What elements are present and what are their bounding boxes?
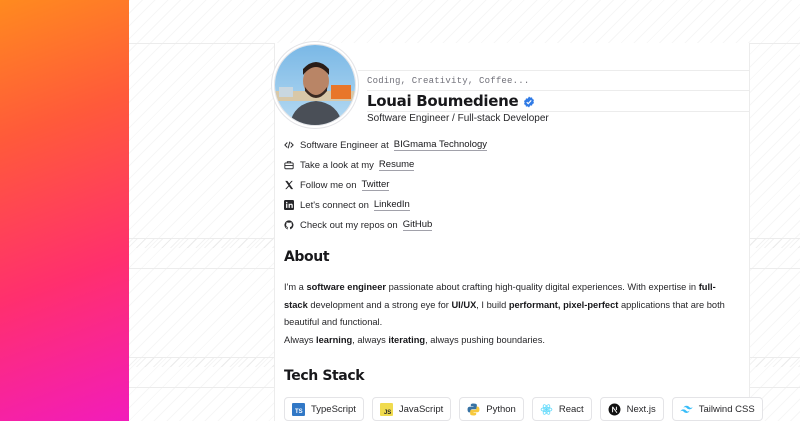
tech-chip-javascript[interactable]: JS JavaScript: [371, 397, 452, 421]
page-background: Coding, Creativity, Coffee... Louai Boum…: [129, 0, 800, 421]
name-row: Louai Boumediene: [367, 90, 750, 112]
about-text-bold: software engineer: [306, 282, 387, 292]
link-prefix: Let's connect on: [300, 199, 369, 211]
typescript-icon: TS: [292, 402, 305, 416]
link-prefix: Check out my repos on: [300, 219, 398, 231]
tech-stack-heading: Tech Stack: [284, 368, 365, 384]
briefcase-icon: [284, 160, 294, 170]
link-row-github: Check out my repos on GitHub: [284, 215, 487, 235]
tech-label: Tailwind CSS: [698, 403, 755, 415]
about-text-span: development and a strong eye for: [307, 299, 452, 310]
about-text-span: Always: [284, 334, 317, 345]
link-row-linkedin: Let's connect on LinkedIn: [284, 195, 487, 215]
tech-chip-react[interactable]: React: [531, 397, 592, 421]
tech-label: React: [558, 403, 584, 415]
profile-role: Software Engineer / Full-stack Developer: [367, 113, 549, 124]
tech-chip-python[interactable]: Python: [459, 397, 524, 421]
about-text-bold: UI/UX: [451, 299, 477, 310]
code-icon: [284, 140, 294, 150]
verified-badge-icon: [523, 95, 535, 108]
javascript-icon: JS: [379, 402, 393, 416]
svg-text:TS: TS: [295, 408, 303, 414]
tech-label: Python: [486, 403, 516, 415]
linkedin-link[interactable]: LinkedIn: [373, 199, 410, 211]
company-link[interactable]: BIGmama Technology: [393, 139, 488, 151]
react-icon: [540, 403, 553, 416]
tech-chip-tailwind[interactable]: Tailwind CSS: [671, 397, 763, 421]
about-text-bold: performant, pixel-perfect: [508, 299, 619, 310]
about-text-bold: iterating: [388, 334, 426, 345]
nextjs-icon: [608, 403, 621, 416]
github-link[interactable]: GitHub: [402, 219, 433, 231]
link-prefix: Follow me on: [300, 179, 357, 191]
about-text-span: , always pushing boundaries.: [425, 334, 545, 345]
about-text-span: passionate about crafting high-quality d…: [386, 282, 699, 292]
github-icon: [284, 220, 294, 230]
about-text-bold: learning: [316, 334, 353, 345]
tech-chip-nextjs[interactable]: Next.js: [599, 397, 664, 421]
tech-label: TypeScript: [311, 403, 356, 415]
link-row-twitter: Follow me on Twitter: [284, 175, 487, 195]
tagline: Coding, Creativity, Coffee...: [367, 76, 530, 86]
resume-link[interactable]: Resume: [378, 159, 415, 171]
tailwind-icon: [680, 403, 693, 416]
about-text-span: , I build: [476, 299, 509, 310]
linkedin-icon: [284, 200, 294, 210]
about-text: I'm a software engineer passionate about…: [284, 279, 739, 349]
twitter-link[interactable]: Twitter: [361, 179, 390, 191]
profile-name: Louai Boumediene: [367, 92, 519, 110]
tech-label: Next.js: [626, 403, 656, 415]
avatar: [274, 44, 356, 126]
link-row-work: Software Engineer at BIGmama Technology: [284, 135, 488, 155]
about-text-span: I'm a: [284, 282, 307, 292]
python-icon: [467, 403, 480, 416]
gradient-side-panel: [0, 0, 129, 421]
link-row-resume: Take a look at my Resume: [284, 155, 487, 175]
tech-label: JavaScript: [398, 403, 444, 415]
link-prefix: Software Engineer at: [300, 139, 389, 151]
social-links: Software Engineer at BIGmama Technology …: [284, 135, 488, 235]
tech-stack-list: TS TypeScript JS JavaScript Python React: [284, 397, 763, 421]
tech-chip-typescript[interactable]: TS TypeScript: [284, 397, 364, 421]
about-text-span: , always: [352, 334, 389, 345]
about-heading: About: [284, 249, 330, 265]
x-logo-icon: [284, 180, 294, 190]
svg-text:JS: JS: [384, 409, 391, 415]
link-prefix: Take a look at my: [300, 159, 374, 171]
